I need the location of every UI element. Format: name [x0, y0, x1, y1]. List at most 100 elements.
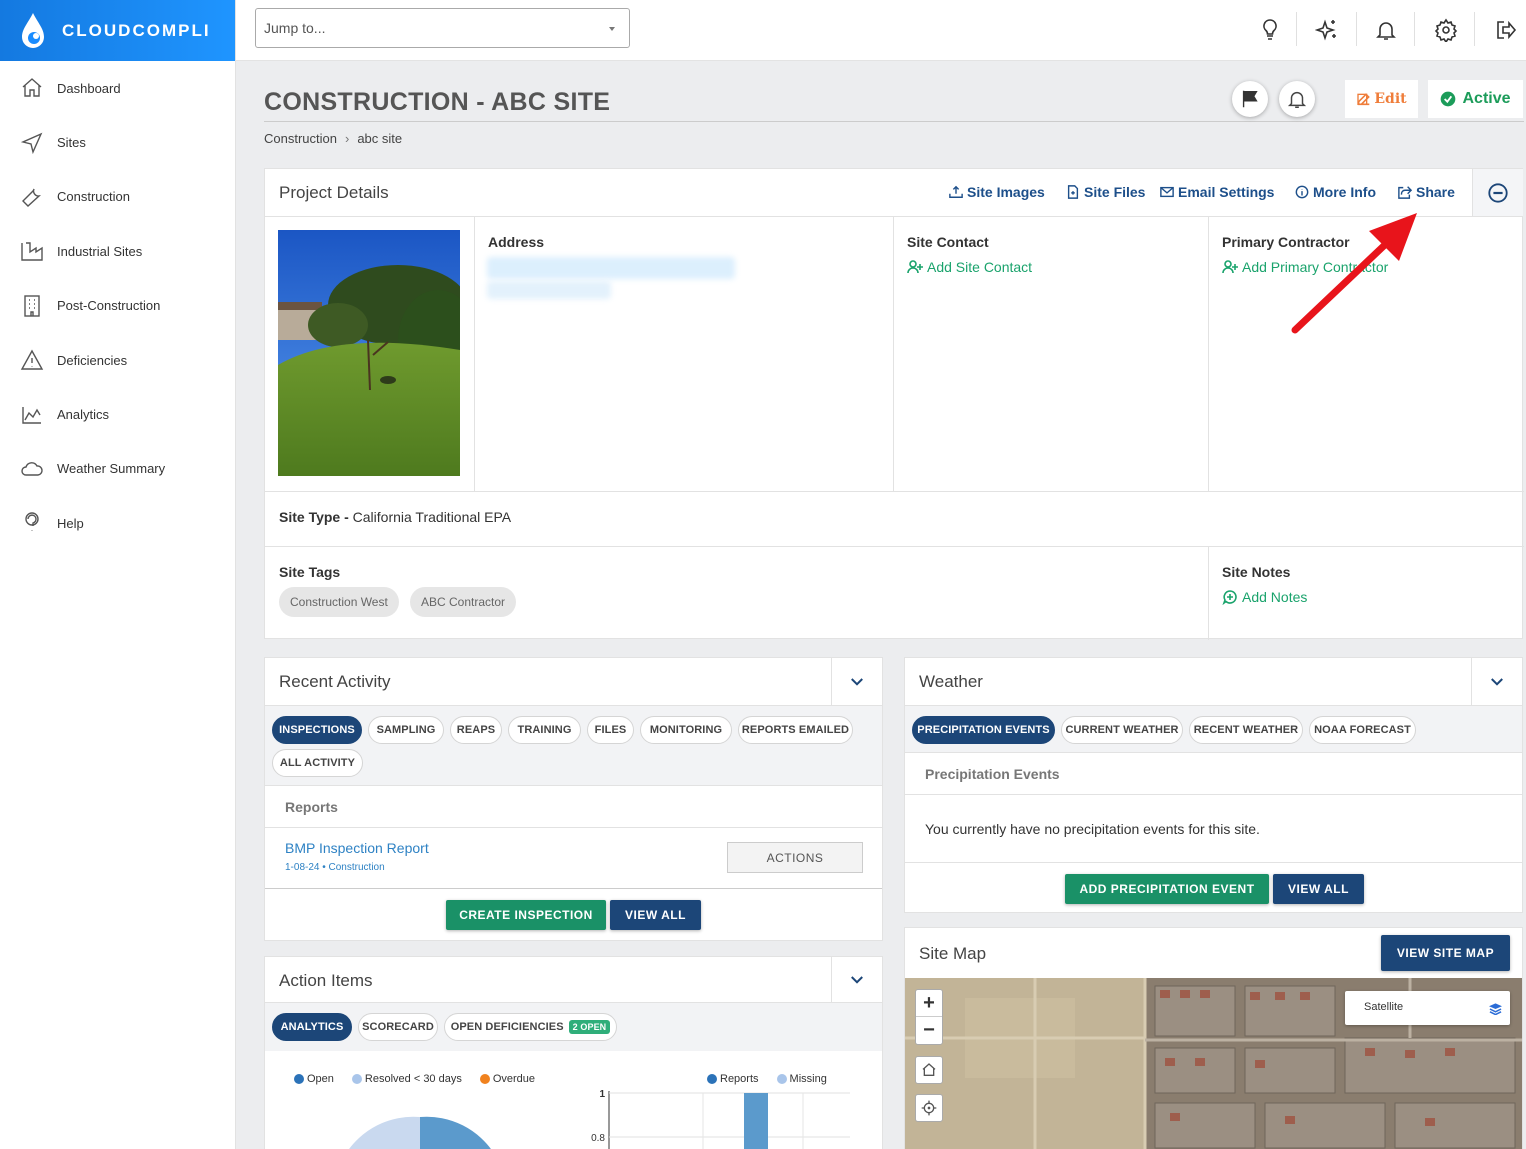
zoom-in-button[interactable]: + — [916, 990, 942, 1017]
tab-scorecard[interactable]: SCORECARD — [358, 1013, 438, 1041]
sidebar-item-deficiencies[interactable]: Deficiencies — [0, 333, 235, 387]
brand-logo[interactable]: CLOUDCOMPLI — [0, 0, 235, 61]
logout-icon[interactable] — [1488, 12, 1524, 48]
tab-reaps[interactable]: REAPS — [450, 716, 502, 744]
layer-select[interactable]: Satellite — [1345, 991, 1510, 1025]
tab-reports-emailed[interactable]: REPORTS EMAILED — [738, 716, 853, 744]
sidebar-item-dashboard[interactable]: Dashboard — [0, 61, 235, 115]
gear-icon[interactable] — [1428, 12, 1464, 48]
divider — [905, 794, 1522, 795]
sidebar-item-industrial-sites[interactable]: Industrial Sites — [0, 224, 235, 278]
separator — [1356, 12, 1357, 46]
sidebar-item-sites[interactable]: Sites — [0, 115, 235, 169]
bar-chart: 1 0.8 — [591, 1089, 850, 1149]
status-badge[interactable]: Active — [1428, 80, 1523, 118]
tab-files[interactable]: FILES — [587, 716, 634, 744]
address-value-redacted — [487, 281, 611, 299]
cloud-icon — [21, 462, 43, 476]
link-label: Site Images — [967, 184, 1045, 200]
tab-noaa-forecast[interactable]: NOAA FORECAST — [1309, 716, 1416, 744]
lightbulb-icon[interactable] — [1252, 12, 1288, 48]
expand-button[interactable] — [831, 658, 882, 705]
bar-legend: Reports Missing — [707, 1073, 827, 1085]
notify-button[interactable] — [1279, 81, 1315, 117]
recent-activity-card: Recent Activity INSPECTIONS SAMPLING REA… — [264, 657, 883, 941]
tab-sampling[interactable]: SAMPLING — [368, 716, 444, 744]
site-files-link[interactable]: Site Files — [1066, 184, 1145, 200]
zoom-out-button[interactable]: − — [916, 1017, 942, 1044]
legend-swatch — [707, 1074, 717, 1084]
locate-button[interactable] — [915, 1094, 943, 1122]
actions-button[interactable]: ACTIONS — [727, 842, 863, 873]
zoom-control: + − — [915, 989, 943, 1045]
add-user-icon — [1222, 260, 1238, 274]
tab-inspections[interactable]: INSPECTIONS — [272, 716, 362, 744]
home-icon — [22, 78, 42, 97]
open-count-badge: 2 OPEN — [568, 1020, 611, 1034]
site-tag[interactable]: ABC Contractor — [410, 587, 517, 617]
bell-icon[interactable] — [1368, 12, 1404, 48]
legend-swatch — [479, 1074, 490, 1084]
sidebar-item-post-construction[interactable]: Post-Construction — [0, 279, 235, 333]
info-icon — [1295, 185, 1309, 199]
link-label: Add Site Contact — [927, 259, 1033, 275]
tab-training[interactable]: TRAINING — [508, 716, 581, 744]
share-link[interactable]: Share — [1398, 184, 1455, 200]
expand-button[interactable] — [1471, 658, 1522, 705]
site-tag[interactable]: Construction West — [279, 587, 399, 617]
legend-label: Overdue — [492, 1073, 536, 1085]
site-images-link[interactable]: Site Images — [949, 184, 1045, 200]
view-all-button[interactable]: VIEW ALL — [610, 900, 701, 930]
sparkles-icon[interactable] — [1309, 12, 1345, 48]
tab-all-activity[interactable]: ALL ACTIVITY — [272, 749, 363, 777]
sidebar-item-analytics[interactable]: Analytics — [0, 387, 235, 441]
sidebar-item-label: Deficiencies — [57, 352, 128, 368]
breadcrumb-item: abc site — [357, 131, 403, 146]
sidebar-item-label: Post-Construction — [57, 298, 161, 314]
report-title-link[interactable]: BMP Inspection Report — [285, 840, 429, 856]
edit-icon — [1357, 93, 1371, 106]
expand-button[interactable] — [831, 957, 882, 1003]
divider — [264, 121, 1524, 122]
wrench-icon — [22, 188, 41, 207]
email-settings-link[interactable]: Email Settings — [1160, 184, 1274, 200]
site-photo[interactable] — [278, 230, 460, 476]
view-all-button[interactable]: VIEW ALL — [1273, 874, 1364, 904]
add-precipitation-event-button[interactable]: ADD PRECIPITATION EVENT — [1065, 874, 1269, 904]
add-notes-link[interactable]: Add Notes — [1222, 589, 1307, 605]
view-site-map-button[interactable]: VIEW SITE MAP — [1381, 935, 1510, 971]
more-info-link[interactable]: More Info — [1295, 184, 1376, 200]
brand-name: CLOUDCOMPLI — [62, 20, 211, 40]
empty-message: You currently have no precipitation even… — [925, 821, 1260, 837]
breadcrumb-item[interactable]: Construction — [264, 131, 337, 146]
edit-button[interactable]: Edit — [1345, 80, 1418, 118]
sidebar: CLOUDCOMPLI Dashboard Sites Construction… — [0, 0, 236, 1149]
tab-analytics[interactable]: ANALYTICS — [272, 1013, 352, 1041]
address-value-redacted — [487, 257, 735, 279]
flag-button[interactable] — [1232, 81, 1268, 117]
add-site-contact-link[interactable]: Add Site Contact — [907, 259, 1032, 275]
link-label: Share — [1416, 184, 1455, 200]
tab-label: OPEN DEFICIENCIES — [450, 1021, 564, 1033]
site-type-value: California Traditional EPA — [352, 509, 512, 525]
tab-open-deficiencies[interactable]: OPEN DEFICIENCIES 2 OPEN — [444, 1013, 617, 1041]
create-inspection-button[interactable]: CREATE INSPECTION — [446, 900, 606, 930]
legend-label: Missing — [789, 1073, 827, 1085]
address-label: Address — [488, 234, 545, 250]
legend-label: Reports — [720, 1073, 759, 1085]
sidebar-item-weather-summary[interactable]: Weather Summary — [0, 442, 235, 496]
divider — [265, 491, 1524, 492]
check-circle-icon — [1441, 91, 1456, 107]
divider — [905, 862, 1522, 863]
sidebar-item-construction[interactable]: Construction — [0, 170, 235, 224]
tab-precipitation-events[interactable]: PRECIPITATION EVENTS — [912, 716, 1055, 744]
jump-to-select[interactable]: Jump to... — [255, 8, 630, 48]
legend-label: Resolved < 30 days — [364, 1073, 462, 1085]
collapse-button[interactable] — [1472, 169, 1523, 216]
home-map-button[interactable] — [915, 1056, 943, 1084]
tab-recent-weather[interactable]: RECENT WEATHER — [1189, 716, 1303, 744]
sidebar-item-help[interactable]: Help — [0, 496, 235, 550]
tab-monitoring[interactable]: MONITORING — [640, 716, 732, 744]
flag-icon — [1242, 90, 1258, 108]
tab-current-weather[interactable]: CURRENT WEATHER — [1061, 716, 1183, 744]
